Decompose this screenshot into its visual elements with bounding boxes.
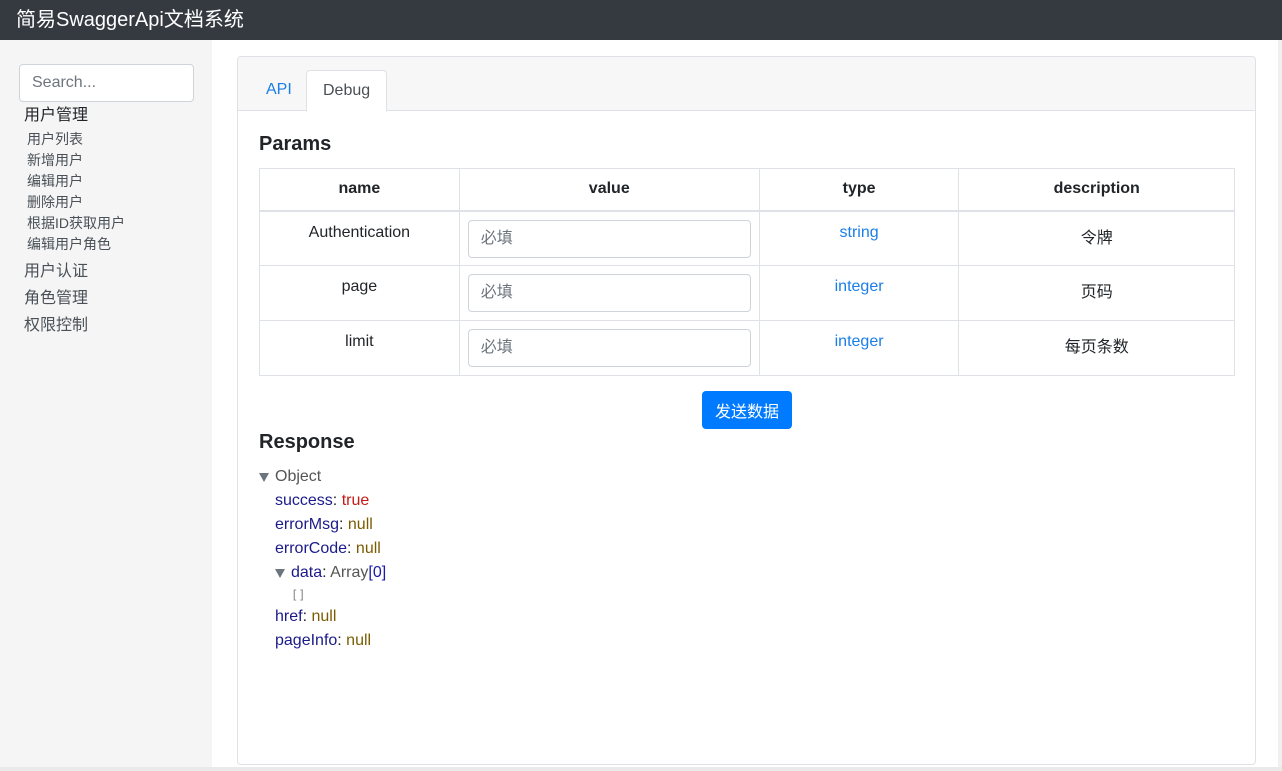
empty-array: [] (291, 588, 306, 602)
sidebar-sublist: 用户列表 新增用户 编辑用户 删除用户 根据ID获取用户 编辑用户角色 (27, 129, 204, 255)
tree-node-pageinfo: pageInfo: null (275, 632, 372, 649)
type-link[interactable]: integer (835, 333, 884, 350)
bottom-edge (0, 767, 1282, 771)
limit-input[interactable] (467, 329, 751, 367)
params-table: name value type description Authenticati… (259, 168, 1235, 376)
key-label: errorCode (275, 540, 348, 557)
param-type: string (758, 210, 960, 266)
array-type-label: Array (330, 564, 369, 581)
params-header-row: name value type description (259, 168, 1235, 212)
sidebar-nav: 用户管理 用户列表 新增用户 编辑用户 删除用户 根据ID获取用户 编辑用户角色… (24, 106, 204, 336)
param-type: integer (758, 265, 960, 321)
param-description: 页码 (958, 265, 1235, 321)
value-label: null (347, 516, 373, 533)
tab-debug[interactable]: Debug (306, 70, 388, 112)
sidebar-group-user-management[interactable]: 用户管理 (24, 106, 204, 126)
main-panel: API Debug Params name value type descrip… (237, 56, 1256, 765)
sidebar-item-get-user-by-id[interactable]: 根据ID获取用户 (27, 213, 204, 234)
sidebar-group-permission-control[interactable]: 权限控制 (24, 316, 204, 336)
value-label: true (341, 492, 370, 509)
column-header-type: type (758, 168, 960, 212)
page-input[interactable] (467, 274, 751, 312)
sidebar-item-add-user[interactable]: 新增用户 (27, 150, 204, 171)
param-value-cell (458, 210, 760, 266)
root-type-label: Object (275, 468, 322, 485)
value-label: null (346, 632, 372, 649)
key-label: success (275, 492, 333, 509)
response-tree: Object success: true errorMsg: null erro… (259, 465, 386, 653)
param-type: integer (758, 320, 960, 376)
key-label: errorMsg (275, 516, 340, 533)
sidebar-item-user-list[interactable]: 用户列表 (27, 129, 204, 150)
tree-node-href: href: null (275, 608, 337, 625)
sidebar: 用户管理 用户列表 新增用户 编辑用户 删除用户 根据ID获取用户 编辑用户角色… (0, 40, 212, 767)
expand-triangle-icon[interactable] (275, 569, 285, 578)
expand-triangle-icon[interactable] (259, 473, 269, 482)
response-title: Response (259, 431, 355, 453)
table-row: limit integer 每页条数 (259, 320, 1235, 376)
app-title: 简易SwaggerApi文档系统 (16, 9, 244, 31)
param-value-cell (458, 265, 760, 321)
authentication-input[interactable] (467, 219, 751, 258)
table-row: Authentication string 令牌 (259, 210, 1235, 266)
type-link[interactable]: integer (835, 278, 884, 295)
param-name: page (259, 265, 460, 321)
top-bar: 简易SwaggerApi文档系统 (0, 0, 1282, 40)
sidebar-item-edit-user[interactable]: 编辑用户 (27, 171, 204, 192)
key-label: pageInfo (275, 632, 338, 649)
column-header-name: name (259, 168, 460, 212)
column-header-value: value (458, 168, 760, 212)
table-row: page integer 页码 (259, 265, 1235, 321)
type-link[interactable]: string (840, 224, 879, 241)
sidebar-item-edit-user-role[interactable]: 编辑用户角色 (27, 234, 204, 255)
column-header-description: description (958, 168, 1235, 212)
array-count: [0] (368, 564, 387, 581)
tree-node-success: success: true (275, 492, 370, 509)
param-description: 每页条数 (958, 320, 1235, 376)
param-description: 令牌 (958, 210, 1235, 266)
sidebar-group-role-management[interactable]: 角色管理 (24, 289, 204, 309)
tab-api[interactable]: API (250, 70, 308, 112)
param-name: limit (259, 320, 460, 376)
search-input[interactable] (19, 64, 194, 102)
param-value-cell (458, 320, 760, 376)
sidebar-item-delete-user[interactable]: 删除用户 (27, 192, 204, 213)
key-label: href (275, 608, 303, 625)
tree-node-data[interactable]: data: Array[0] (259, 561, 386, 585)
tree-root[interactable]: Object (259, 465, 386, 489)
param-name: Authentication (259, 210, 460, 266)
send-data-button[interactable]: 发送数据 (702, 391, 792, 429)
tab-bar: API Debug (238, 57, 1255, 112)
tree-node-errorcode: errorCode: null (275, 540, 381, 557)
value-label: null (311, 608, 337, 625)
value-label: null (355, 540, 381, 557)
params-title: Params (259, 133, 332, 155)
scrollbar-track (1278, 40, 1282, 767)
tree-node-errormsg: errorMsg: null (275, 516, 373, 533)
key-label: data (291, 564, 323, 581)
sidebar-group-user-auth[interactable]: 用户认证 (24, 262, 204, 282)
